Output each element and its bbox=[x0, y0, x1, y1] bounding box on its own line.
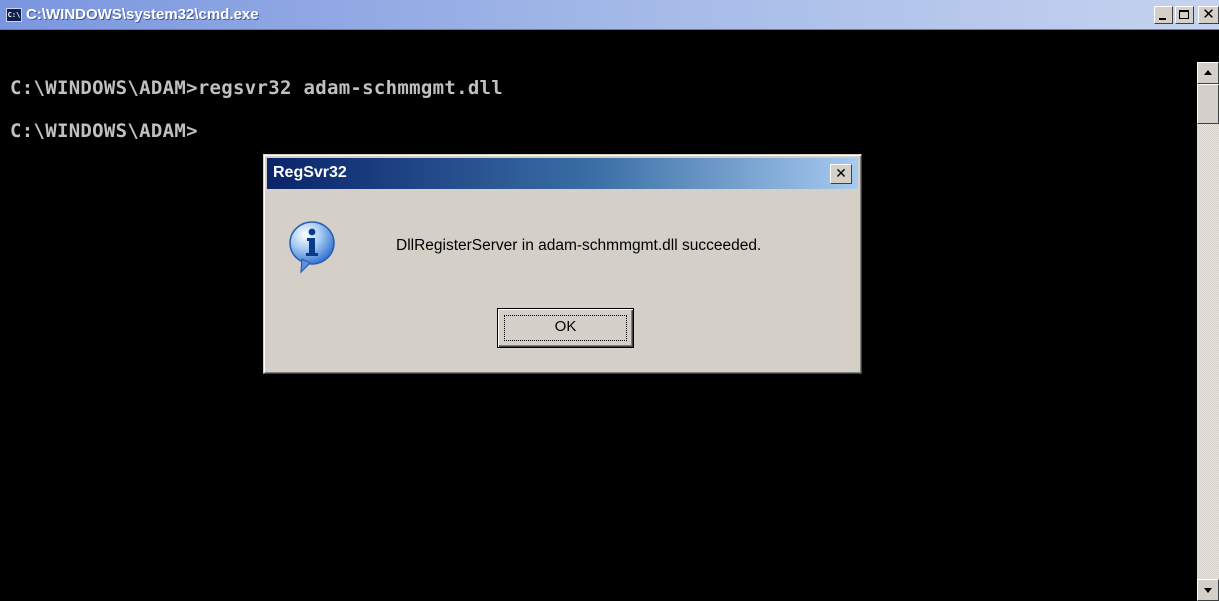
cmd-app-icon[interactable]: C:\ bbox=[6, 8, 22, 22]
console-line-prompt: C:\WINDOWS\ADAM> bbox=[10, 120, 198, 142]
information-icon bbox=[289, 221, 335, 274]
vertical-scrollbar[interactable] bbox=[1197, 62, 1219, 601]
close-icon: ✕ bbox=[1202, 5, 1215, 23]
regsvr32-dialog: RegSvr32 ✕ DllRegisterServer in adam-sch… bbox=[263, 154, 862, 374]
minimize-button[interactable] bbox=[1154, 6, 1173, 24]
scroll-down-button[interactable] bbox=[1197, 579, 1219, 601]
scroll-up-button[interactable] bbox=[1197, 62, 1219, 84]
dialog-close-button[interactable]: ✕ bbox=[830, 164, 852, 184]
close-icon: ✕ bbox=[835, 166, 847, 182]
dialog-titlebar[interactable]: RegSvr32 ✕ bbox=[267, 158, 858, 189]
minimize-icon bbox=[1159, 18, 1166, 20]
dialog-title: RegSvr32 bbox=[273, 164, 347, 181]
cmd-titlebar[interactable]: C:\ C:\WINDOWS\system32\cmd.exe ✕ bbox=[0, 0, 1219, 30]
console-line-command: C:\WINDOWS\ADAM>regsvr32 adam-schmmgmt.d… bbox=[10, 77, 504, 99]
scrollbar-thumb[interactable] bbox=[1197, 84, 1219, 124]
dialog-message: DllRegisterServer in adam-schmmgmt.dll s… bbox=[396, 237, 762, 254]
arrow-down-icon bbox=[1204, 588, 1212, 593]
ok-button[interactable]: OK bbox=[497, 308, 634, 348]
ok-button-label: OK bbox=[554, 318, 577, 335]
close-button[interactable]: ✕ bbox=[1198, 6, 1219, 24]
arrow-up-icon bbox=[1204, 70, 1212, 75]
maximize-icon bbox=[1179, 10, 1189, 19]
cmd-window-title: C:\WINDOWS\system32\cmd.exe bbox=[26, 6, 259, 23]
maximize-button[interactable] bbox=[1175, 6, 1194, 24]
